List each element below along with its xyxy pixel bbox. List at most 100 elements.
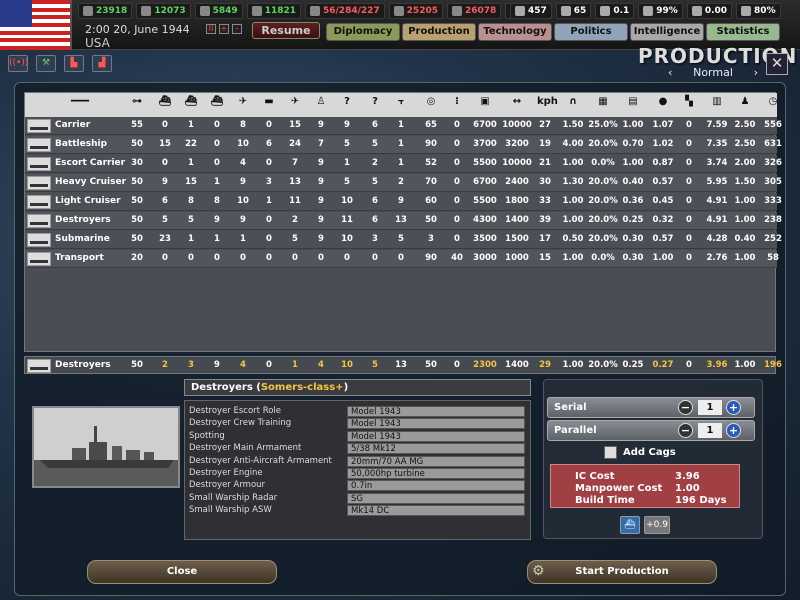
component-value[interactable]: 20mm/70 AA MG	[347, 455, 525, 467]
tab-production[interactable]: Production	[402, 23, 476, 41]
component-row[interactable]: Destroyer Anti-Aircraft Armament 20mm/70 …	[189, 455, 529, 468]
start-production-button[interactable]: Start Production	[527, 560, 717, 584]
add-cags-checkbox[interactable]	[604, 446, 617, 459]
resume-button[interactable]: Resume	[252, 22, 320, 39]
stat-cell: 1.00	[562, 158, 584, 168]
component-row[interactable]: Small Warship ASW Mk14 DC	[189, 505, 529, 517]
close-button[interactable]: Close	[87, 560, 277, 584]
pause-button[interactable]: II	[206, 24, 216, 34]
battleship-icon[interactable]: ⛴	[183, 96, 199, 112]
range-icon[interactable]: ↔	[509, 96, 525, 112]
tab-statistics[interactable]: Statistics	[706, 23, 780, 41]
tank-icon[interactable]: ▬	[261, 96, 277, 112]
component-value[interactable]: 0.7in	[347, 480, 525, 492]
tab-diplomacy[interactable]: Diplomacy	[326, 23, 400, 41]
factory-icon[interactable]: ⚒	[36, 55, 56, 72]
component-value[interactable]: Model 1943	[347, 418, 525, 430]
component-row[interactable]: Destroyer Armour 0.7in	[189, 480, 529, 492]
unknown2-icon[interactable]: ?	[367, 96, 383, 112]
modifier-value[interactable]: +0.9	[644, 516, 670, 534]
supply-icon[interactable]: ▤	[625, 96, 641, 112]
target-icon[interactable]: ◎	[423, 96, 439, 112]
serial-value[interactable]: 1	[698, 400, 722, 415]
fuel-drop-icon[interactable]: ●	[655, 96, 671, 112]
component-value[interactable]: Model 1943	[347, 430, 525, 442]
table-row[interactable]: Transport 20 0 0 0 0 0 0 0 0 0 0 90 40 3000 1000 15 1.00 0…	[25, 250, 779, 268]
tab-technology[interactable]: Technology	[478, 23, 552, 41]
component-value[interactable]: Mk14 DC	[347, 505, 525, 517]
stat-cell: 1	[398, 158, 404, 168]
stat-cell: 1.00	[562, 253, 584, 263]
speed-down-button[interactable]: -	[232, 24, 242, 34]
grid-icon[interactable]: ▦	[595, 96, 611, 112]
serial-plus-button[interactable]: +	[726, 400, 741, 415]
table-row[interactable]: Battleship 50 15 22 0 10 6 24 7 5 5 1 90 0 3700 3200 19 4…	[25, 136, 782, 154]
component-row[interactable]: Spotting Model 1943	[189, 430, 529, 443]
table-row[interactable]: Destroyers 50 5 5 9 9 0 2 9 11 6 13 50 0 4300 1400 39 1.0…	[25, 212, 782, 230]
table-row[interactable]: Escort Carrier 30 0 1 0 4 0 7 9 1 2 1 52 0 5500 10000 21…	[25, 155, 782, 173]
plane-icon[interactable]: ✈	[235, 96, 251, 112]
stat-cell: 305	[764, 177, 782, 187]
resource-rare: 5849	[194, 3, 243, 19]
stat-cell: 1.50	[562, 120, 584, 130]
torpedo-icon[interactable]: ⫟	[393, 96, 409, 112]
right-stats-bar: 457 65 0.1 99% 0.00 80%	[510, 2, 781, 20]
tunnel-icon[interactable]: ∩	[565, 96, 581, 112]
selected-unit-row[interactable]: Destroyers 50 2 3 9 4 0 1 4 10 5 13 50 0 2300 1400 29 1.0…	[24, 356, 782, 374]
prev-mode-arrow[interactable]: ‹	[668, 66, 672, 79]
component-row[interactable]: Destroyer Main Armament 5/38 Mk12	[189, 443, 529, 455]
stat-cell: 25.0%	[588, 120, 618, 130]
component-value[interactable]: 50,000hp turbine	[347, 468, 525, 479]
infantry-icon[interactable]: ♙	[313, 96, 329, 112]
line-icon[interactable]: ━━━	[55, 96, 105, 112]
component-label: Destroyer Main Armament	[189, 443, 302, 454]
armor-icon[interactable]: ▣	[477, 96, 493, 112]
component-row[interactable]: Destroyer Escort Role Model 1943	[189, 406, 529, 418]
fighter-icon[interactable]: ✈	[287, 96, 303, 112]
ship-icon[interactable]: ⛴	[209, 96, 225, 112]
manpower-icon[interactable]: ♟	[737, 96, 753, 112]
stat-cell: 4300	[473, 215, 497, 225]
industry-icon[interactable]: ▙	[64, 55, 84, 72]
table-row[interactable]: Light Cruiser 50 6 8 8 10 1 11 9 10 6 9 60 0 5500 1800 3…	[25, 193, 782, 211]
org-chart-icon[interactable]: ⊶	[129, 96, 145, 112]
parallel-minus-button[interactable]: −	[678, 423, 693, 438]
energy-icon	[83, 6, 93, 16]
component-row[interactable]: Small Warship Radar SG	[189, 492, 529, 505]
table-row[interactable]: Heavy Cruiser 50 9 15 1 9 3 13 9 5 5 2 70 0 6700 2400 30…	[25, 174, 782, 192]
radio-icon[interactable]: ((•))	[8, 55, 28, 72]
speed-up-button[interactable]: +	[219, 24, 229, 34]
tab-intelligence[interactable]: Intelligence	[630, 23, 704, 41]
component-value[interactable]: Model 1943	[347, 406, 525, 417]
manpower-cost-value: 1.00	[675, 483, 700, 494]
speed-icon[interactable]: kph	[537, 96, 558, 112]
stat-item: 457	[510, 3, 552, 19]
parallel-plus-button[interactable]: +	[726, 423, 741, 438]
unknown-icon[interactable]: ?	[339, 96, 355, 112]
convoy-icon[interactable]: ▟	[92, 55, 112, 72]
table-row[interactable]: Carrier 55 0 1 0 8 0 15 9 9 6 1 65 0 6700 10000 27 1.50 25…	[25, 117, 782, 135]
serial-minus-button[interactable]: −	[678, 400, 693, 415]
table-row[interactable]: Submarine 50 23 1 1 1 0 5 9 10 3 5 3 0 3500 1500 17 0.50 2…	[25, 231, 782, 249]
building-icon[interactable]: ▥	[709, 96, 725, 112]
serial-spinner: Serial − 1 +	[547, 397, 755, 418]
stat-cell: 0.70	[622, 139, 644, 149]
ammo-icon[interactable]: ⁝	[449, 96, 465, 112]
tab-politics[interactable]: Politics	[554, 23, 628, 41]
component-value[interactable]: SG	[347, 492, 525, 504]
component-row[interactable]: Destroyer Crew Training Model 1943	[189, 418, 529, 430]
ic-cost-label: IC Cost	[575, 471, 615, 482]
stat-cell: 58	[767, 253, 779, 263]
ship-type-icon[interactable]: ⛴	[620, 516, 640, 534]
carrier-icon[interactable]: ⛴	[157, 96, 173, 112]
checker-icon[interactable]: ▚	[681, 96, 697, 112]
production-mode-selector: ‹ Normal ›	[668, 66, 758, 79]
unit-ship-icon	[27, 176, 51, 190]
component-value[interactable]: 5/38 Mk12	[347, 443, 525, 455]
parallel-value[interactable]: 1	[698, 423, 722, 438]
next-mode-arrow[interactable]: ›	[754, 66, 758, 79]
country-flag[interactable]	[0, 0, 72, 50]
time-icon[interactable]: ◷	[765, 96, 781, 112]
component-row[interactable]: Destroyer Engine 50,000hp turbine	[189, 468, 529, 480]
close-icon[interactable]: ✕	[766, 53, 788, 75]
